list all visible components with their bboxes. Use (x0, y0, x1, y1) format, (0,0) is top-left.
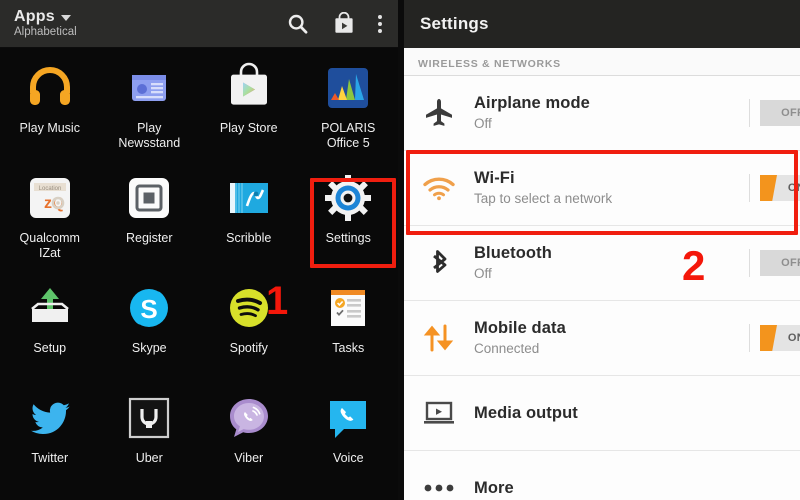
uber-icon (123, 392, 175, 444)
section-header-label: WIRELESS & NETWORKS (418, 58, 561, 70)
row-subtitle: Connected (474, 341, 540, 356)
app-label: Play Newsstand (118, 121, 181, 150)
app-label: Scribble (226, 231, 272, 245)
bluetooth-toggle[interactable]: OFF (749, 249, 800, 277)
svg-text:Location: Location (38, 186, 61, 192)
app-tile-setup[interactable]: Setup (0, 274, 100, 384)
app-label: POLARIS Office 5 (321, 121, 376, 150)
apps-grid: Play Music Play Newsstand Play Store POL… (0, 48, 398, 494)
wifi-toggle[interactable]: ON (749, 174, 800, 202)
app-tile-qualcomm-izat[interactable]: Location zQ Qualcomm IZat (0, 164, 100, 274)
app-tile-register[interactable]: Register (100, 164, 200, 274)
toggle-label: ON (787, 182, 800, 194)
row-subtitle: Off (474, 266, 492, 281)
wifi-icon (404, 151, 474, 225)
settings-row-media-output[interactable]: Media output (404, 376, 800, 451)
more-dots-icon (404, 451, 474, 500)
svg-text:S: S (141, 294, 158, 324)
qualcomm-izat-icon: Location zQ (24, 172, 76, 224)
app-tile-tasks[interactable]: Tasks (299, 274, 399, 384)
app-tile-twitter[interactable]: Twitter (0, 384, 100, 494)
toggle-label: OFF (781, 107, 800, 119)
scribble-icon (223, 172, 275, 224)
app-tile-skype[interactable]: S Skype (100, 274, 200, 384)
app-tile-settings[interactable]: Settings (299, 164, 399, 274)
app-label: Tasks (332, 341, 365, 355)
app-tile-scribble[interactable]: Scribble (199, 164, 299, 274)
twitter-icon (24, 392, 76, 444)
search-icon[interactable] (286, 12, 310, 36)
settings-title: Settings (420, 14, 489, 33)
play-store-icon (223, 62, 275, 114)
row-title: Bluetooth (474, 244, 552, 262)
toggle-label: ON (787, 332, 800, 344)
row-subtitle: Tap to select a network (474, 191, 613, 206)
settings-row-mobile-data[interactable]: Mobile data Connected ON (404, 301, 800, 376)
play-store-bag-icon[interactable] (332, 11, 356, 36)
play-newsstand-icon (123, 62, 175, 114)
app-label: Twitter (31, 451, 69, 465)
app-tile-viber[interactable]: Viber (199, 384, 299, 494)
app-tile-polaris-office[interactable]: POLARIS Office 5 (299, 54, 399, 164)
settings-row-more[interactable]: More (404, 451, 800, 500)
toggle-knob (760, 325, 777, 351)
app-label: Play Music (19, 121, 80, 135)
settings-row-bluetooth[interactable]: Bluetooth Off OFF (404, 226, 800, 301)
row-title: Airplane mode (474, 94, 590, 112)
settings-gear-icon (322, 172, 374, 224)
tasks-icon (322, 282, 374, 334)
app-label: Register (125, 231, 173, 245)
app-tile-uber[interactable]: Uber (100, 384, 200, 494)
app-label: Skype (131, 341, 167, 355)
caret-down-icon[interactable] (60, 15, 71, 21)
viber-icon (223, 392, 275, 444)
sort-order-label: Alphabetical (14, 25, 77, 38)
play-music-icon (24, 62, 76, 114)
airplane-icon (404, 76, 474, 150)
app-tile-play-store[interactable]: Play Store (199, 54, 299, 164)
page-title: Apps (14, 7, 55, 25)
mobile-data-toggle[interactable]: ON (749, 324, 800, 352)
mobile-data-icon (404, 301, 474, 375)
tutorial-screenshot: Apps Alphabetical Play Music Play Newsst… (0, 0, 800, 500)
app-label: Play Store (219, 121, 278, 135)
app-drawer-title-group[interactable]: Apps Alphabetical (14, 7, 286, 39)
settings-header: Settings (404, 0, 800, 48)
settings-row-wifi[interactable]: Wi-Fi Tap to select a network ON (404, 151, 800, 226)
airplane-mode-toggle[interactable]: OFF (749, 99, 800, 127)
settings-row-airplane-mode[interactable]: Airplane mode Off OFF (404, 76, 800, 151)
app-tile-play-music[interactable]: Play Music (0, 54, 100, 164)
toggle-label: OFF (781, 257, 800, 269)
row-title: Mobile data (474, 319, 566, 337)
settings-panel: Settings WIRELESS & NETWORKS Airplane mo… (404, 0, 800, 500)
app-tile-voice[interactable]: Voice (299, 384, 399, 494)
app-drawer-panel: Apps Alphabetical Play Music Play Newsst… (0, 0, 398, 500)
row-title: More (474, 479, 514, 497)
app-label: Qualcomm IZat (19, 231, 80, 260)
overflow-menu-icon[interactable] (378, 14, 382, 33)
register-icon (123, 172, 175, 224)
google-voice-icon (322, 392, 374, 444)
setup-icon (24, 282, 76, 334)
skype-icon: S (123, 282, 175, 334)
app-label: Voice (332, 451, 364, 465)
row-title: Media output (474, 404, 578, 422)
row-subtitle: Off (474, 116, 492, 131)
app-label: Viber (234, 451, 264, 465)
app-tile-play-newsstand[interactable]: Play Newsstand (100, 54, 200, 164)
step-number-2: 2 (682, 242, 706, 289)
toggle-knob (760, 175, 777, 201)
step-number-1: 1 (266, 279, 289, 323)
app-label: Uber (135, 451, 163, 465)
row-title: Wi-Fi (474, 169, 515, 187)
app-label: Spotify (229, 341, 268, 355)
app-label: Setup (33, 341, 67, 355)
app-drawer-header: Apps Alphabetical (0, 0, 398, 48)
media-output-icon (404, 376, 474, 450)
section-header-wireless-networks: WIRELESS & NETWORKS (404, 48, 800, 76)
bluetooth-icon (404, 226, 474, 300)
app-label: Settings (325, 231, 371, 245)
polaris-office-icon (322, 62, 374, 114)
